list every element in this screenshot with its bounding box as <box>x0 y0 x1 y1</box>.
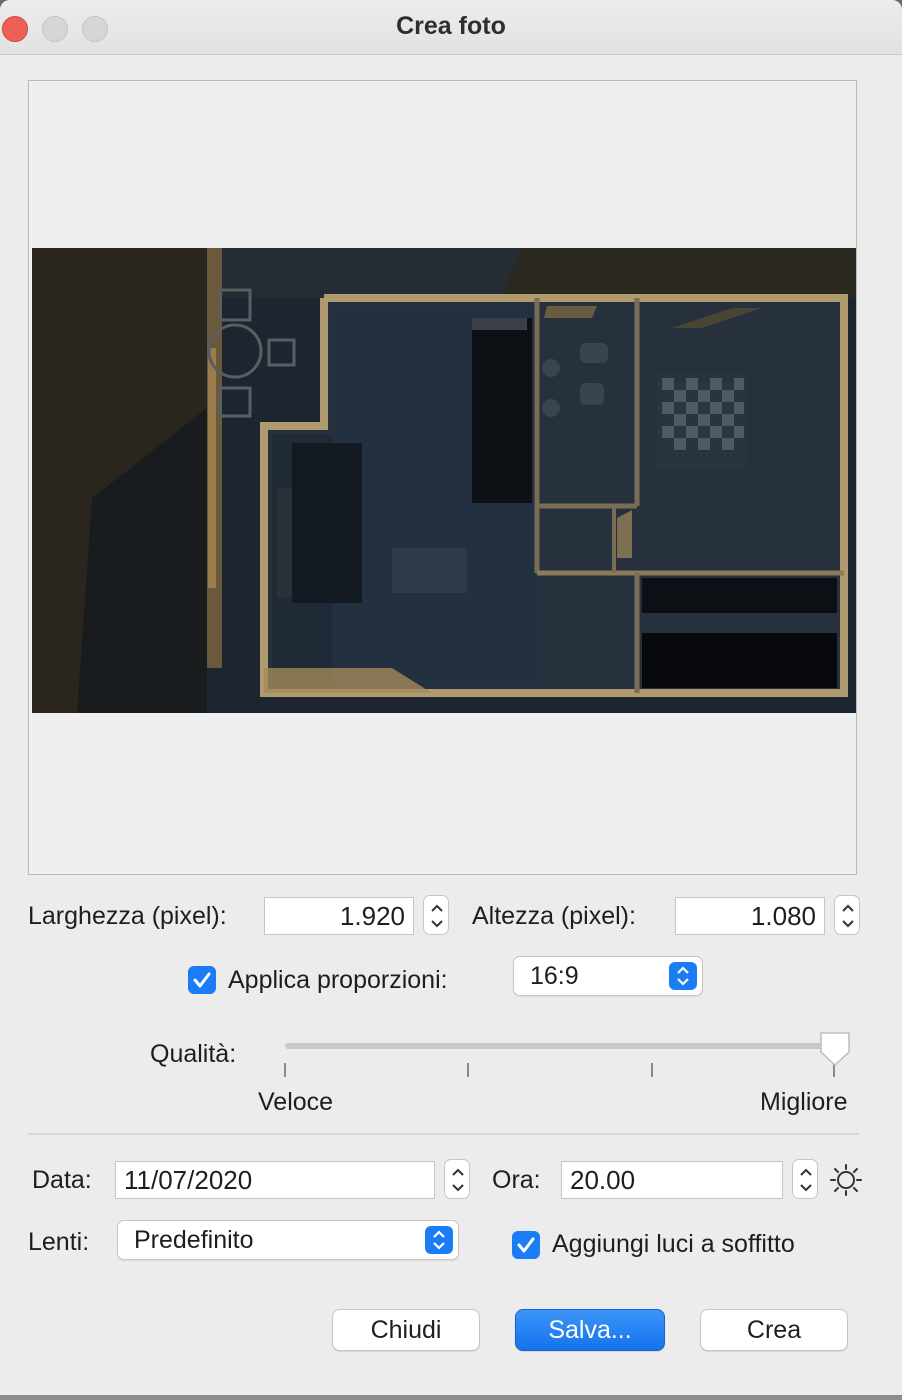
proportions-select[interactable]: 16:9 <box>513 956 703 996</box>
create-photo-dialog: Crea foto Larghezza (pixel): 1.920 Altez… <box>0 0 902 1395</box>
width-label: Larghezza (pixel): <box>28 902 227 930</box>
time-stepper[interactable] <box>792 1159 818 1199</box>
title-bar: Crea foto <box>0 0 902 55</box>
quality-tick <box>284 1063 286 1077</box>
checkmark-icon <box>517 1237 535 1253</box>
divider <box>28 1133 859 1135</box>
popup-chevrons-icon <box>669 962 697 990</box>
quality-label: Qualità: <box>150 1040 237 1068</box>
date-label: Data: <box>32 1166 92 1194</box>
window-title: Crea foto <box>396 12 506 40</box>
stepper-arrows-icon <box>452 1168 464 1192</box>
stepper-arrows-icon <box>800 1168 812 1192</box>
quality-tick <box>651 1063 653 1077</box>
apply-proportions-checkbox[interactable] <box>188 966 216 994</box>
ceiling-lights-label: Aggiungi luci a soffitto <box>552 1230 795 1258</box>
lens-select[interactable]: Predefinito <box>117 1220 459 1260</box>
apply-proportions-label: Applica proporzioni: <box>228 966 448 994</box>
height-field[interactable]: 1.080 <box>675 897 825 935</box>
background-window-strip <box>0 1395 902 1400</box>
time-label: Ora: <box>492 1166 541 1194</box>
time-field[interactable]: 20.00 <box>561 1161 783 1199</box>
close-button[interactable]: Chiudi <box>332 1309 480 1351</box>
quality-max-label: Migliore <box>760 1088 848 1116</box>
quality-slider-track[interactable] <box>285 1043 835 1049</box>
quality-tick <box>467 1063 469 1077</box>
date-field[interactable]: 11/07/2020 <box>115 1161 435 1199</box>
proportions-value: 16:9 <box>530 962 579 990</box>
date-stepper[interactable] <box>444 1159 470 1199</box>
save-button[interactable]: Salva... <box>515 1309 665 1351</box>
ceiling-lights-checkbox[interactable] <box>512 1231 540 1259</box>
width-field[interactable]: 1.920 <box>264 897 414 935</box>
quality-min-label: Veloce <box>258 1088 334 1116</box>
quality-slider-thumb[interactable] <box>818 1030 852 1068</box>
stepper-arrows-icon <box>431 904 443 928</box>
create-button[interactable]: Crea <box>700 1309 848 1351</box>
lens-value: Predefinito <box>134 1226 254 1254</box>
lens-label: Lenti: <box>28 1228 90 1256</box>
photo-preview <box>28 80 857 875</box>
preview-image <box>32 248 856 713</box>
checkmark-icon <box>193 972 211 988</box>
width-stepper[interactable] <box>423 895 449 935</box>
stepper-arrows-icon <box>842 904 854 928</box>
height-stepper[interactable] <box>834 895 860 935</box>
popup-chevrons-icon <box>425 1226 453 1254</box>
height-label: Altezza (pixel): <box>472 902 636 930</box>
sun-icon[interactable] <box>829 1163 863 1197</box>
